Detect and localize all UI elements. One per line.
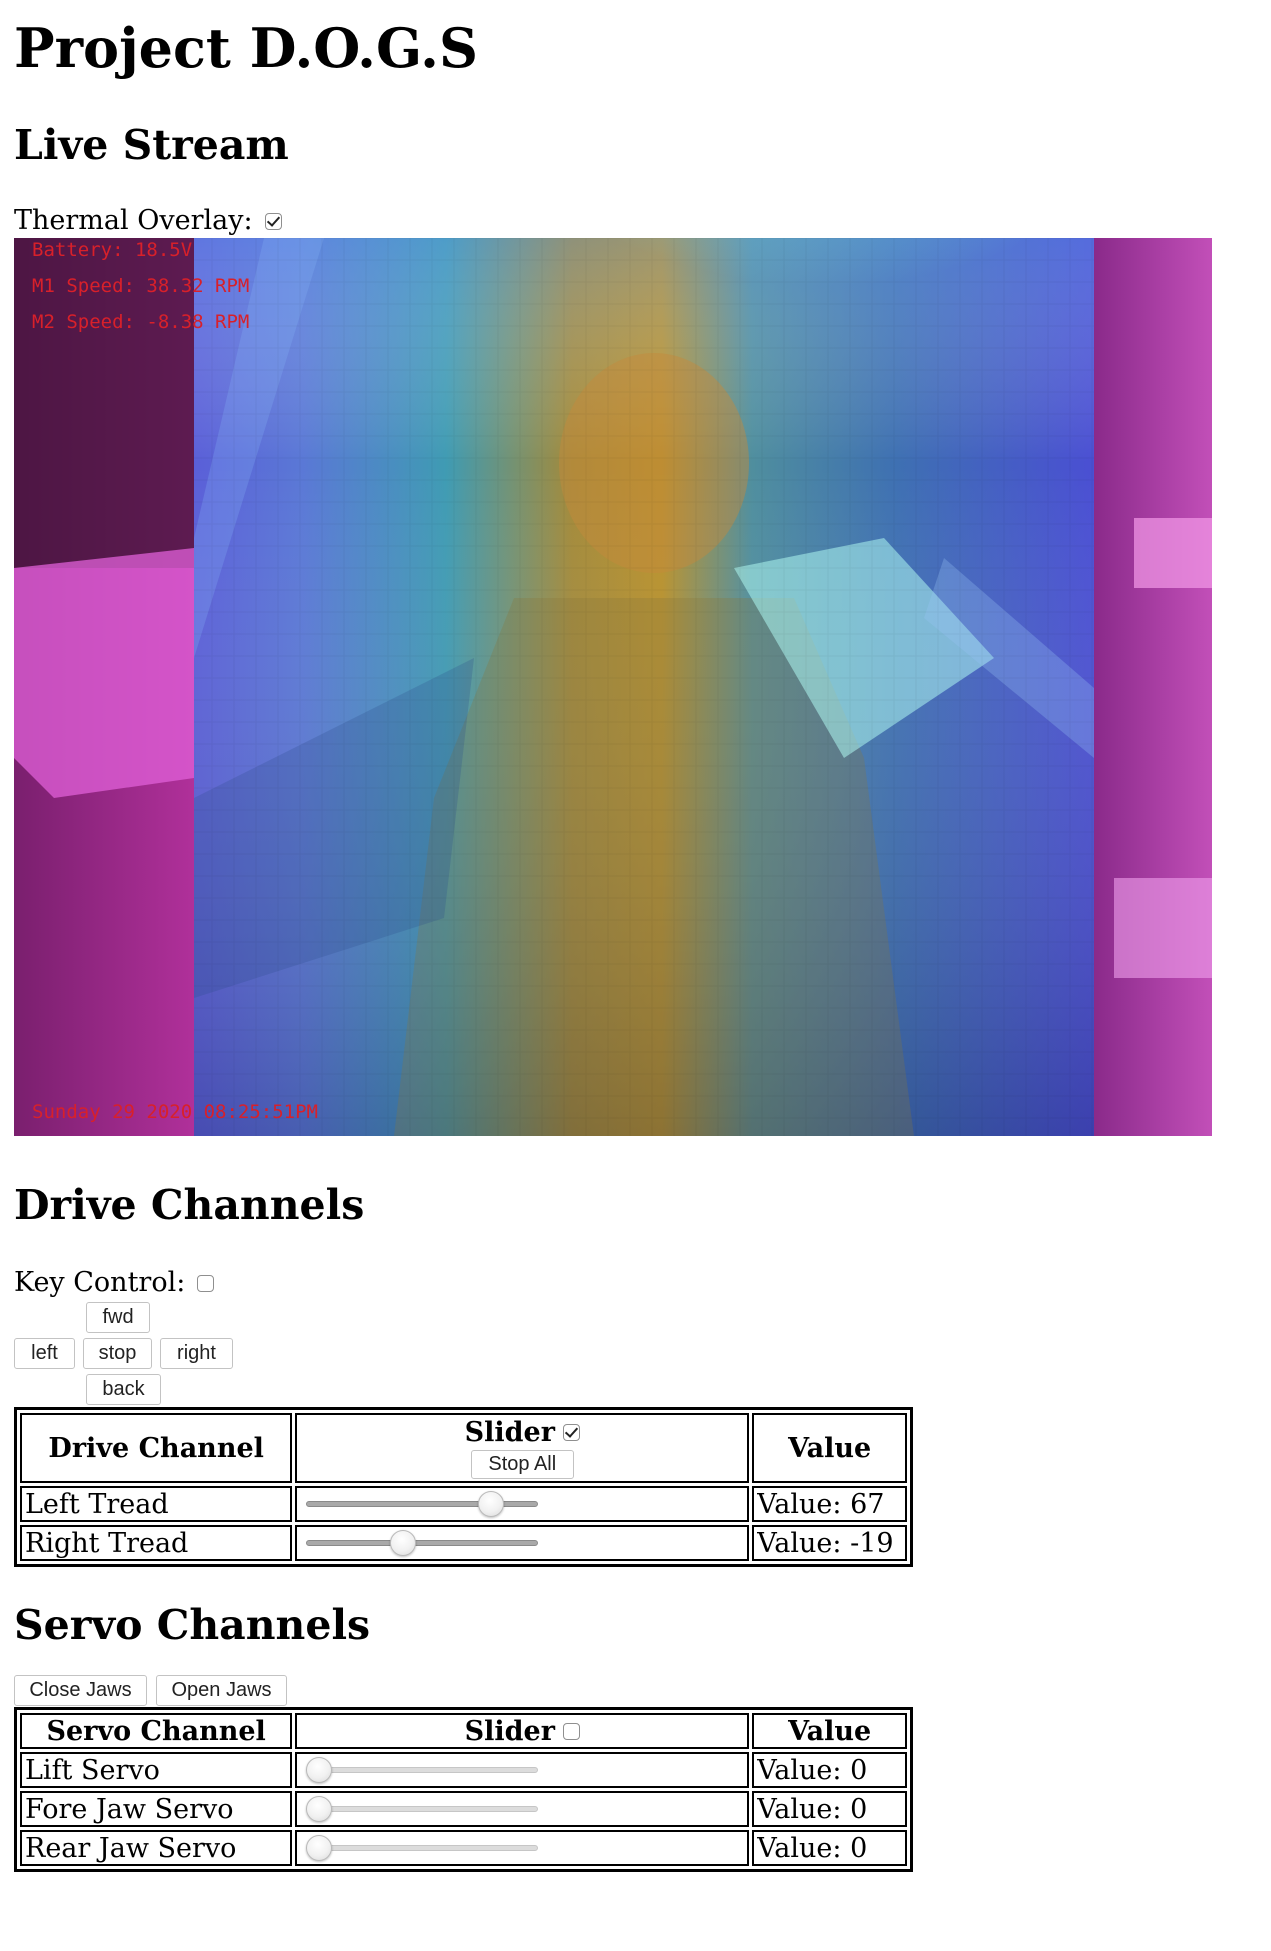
osd-battery: Battery: 18.5V bbox=[32, 239, 193, 261]
drive-slider-header-label: Slider bbox=[464, 1417, 555, 1448]
drive-row-slider-cell bbox=[295, 1486, 750, 1522]
servo-row-name: Rear Jaw Servo bbox=[20, 1830, 293, 1866]
drive-channels-heading: Drive Channels bbox=[14, 1181, 365, 1229]
servo-slider[interactable] bbox=[306, 1755, 539, 1785]
left-button[interactable]: left bbox=[14, 1338, 75, 1369]
servo-row-value: Value: 0 bbox=[752, 1752, 907, 1788]
drive-slider-header: Slider Stop All bbox=[295, 1413, 750, 1483]
servo-channel-header: Servo Channel bbox=[20, 1713, 293, 1749]
servo-value-header: Value bbox=[752, 1713, 907, 1749]
servo-rows: Lift Servo Value: 0 Fore Jaw Servo Value: 0… bbox=[20, 1752, 907, 1866]
servo-slider-header: Slider bbox=[295, 1713, 750, 1749]
key-control-label: Key Control: bbox=[14, 1267, 186, 1298]
servo-channel-table: Servo Channel Slider Value Lift Servo Val… bbox=[14, 1707, 913, 1872]
thermal-overlay-row: Thermal Overlay: bbox=[14, 204, 282, 238]
servo-row-value: Value: 0 bbox=[752, 1791, 907, 1827]
thermal-video-frame bbox=[14, 238, 1212, 1136]
servo-row-slider-cell bbox=[295, 1830, 750, 1866]
open-jaws-button[interactable]: Open Jaws bbox=[156, 1675, 287, 1706]
servo-row: Fore Jaw Servo Value: 0 bbox=[20, 1791, 907, 1827]
back-button[interactable]: back bbox=[86, 1374, 161, 1405]
drive-row-value: Value: 67 bbox=[752, 1486, 907, 1522]
key-control-row: Key Control: bbox=[14, 1266, 215, 1300]
servo-slider-thumb[interactable] bbox=[306, 1835, 333, 1861]
drive-row: Right Tread Value: -19 bbox=[20, 1525, 907, 1561]
drive-slider-track[interactable] bbox=[306, 1540, 539, 1546]
drive-row-slider-cell bbox=[295, 1525, 750, 1561]
osd-timestamp: Sunday 29 2020 08:25:51PM bbox=[32, 1101, 318, 1123]
live-stream-heading: Live Stream bbox=[14, 121, 289, 169]
stop-button[interactable]: stop bbox=[83, 1338, 152, 1369]
servo-row-name: Lift Servo bbox=[20, 1752, 293, 1788]
servo-row: Rear Jaw Servo Value: 0 bbox=[20, 1830, 907, 1866]
drive-slider-thumb[interactable] bbox=[389, 1530, 416, 1556]
live-stream-video: Battery: 18.5V M1 Speed: 38.32 RPM M2 Sp… bbox=[14, 238, 1212, 1136]
servo-slider[interactable] bbox=[306, 1794, 539, 1824]
thermal-overlay-label: Thermal Overlay: bbox=[14, 205, 253, 236]
drive-slider[interactable] bbox=[306, 1528, 539, 1558]
drive-row: Left Tread Value: 67 bbox=[20, 1486, 907, 1522]
servo-slider[interactable] bbox=[306, 1833, 539, 1863]
servo-slider-track[interactable] bbox=[306, 1845, 539, 1851]
osd-m2-speed: M2 Speed: -8.38 RPM bbox=[32, 311, 250, 333]
servo-row-name: Fore Jaw Servo bbox=[20, 1791, 293, 1827]
drive-rows: Left Tread Value: 67 Right Tread Value: -19 bbox=[20, 1486, 907, 1561]
servo-slider-thumb[interactable] bbox=[306, 1757, 333, 1783]
servo-row-value: Value: 0 bbox=[752, 1830, 907, 1866]
servo-slider-track[interactable] bbox=[306, 1767, 539, 1773]
servo-slider-track[interactable] bbox=[306, 1806, 539, 1812]
close-jaws-button[interactable]: Close Jaws bbox=[14, 1675, 147, 1706]
servo-row: Lift Servo Value: 0 bbox=[20, 1752, 907, 1788]
drive-slider-thumb[interactable] bbox=[478, 1491, 505, 1517]
thermal-overlay-checkbox[interactable] bbox=[264, 212, 282, 230]
drive-channel-table: Drive Channel Slider Stop All Value Left… bbox=[14, 1407, 913, 1567]
stop-all-button[interactable]: Stop All bbox=[470, 1450, 574, 1479]
drive-value-header: Value bbox=[752, 1413, 907, 1483]
page-title: Project D.O.G.S bbox=[14, 16, 478, 80]
drive-slider[interactable] bbox=[306, 1489, 539, 1519]
servo-channels-heading: Servo Channels bbox=[14, 1601, 371, 1649]
drive-row-name: Right Tread bbox=[20, 1525, 293, 1561]
key-control-checkbox[interactable] bbox=[197, 1274, 215, 1292]
servo-row-slider-cell bbox=[295, 1752, 750, 1788]
drive-row-name: Left Tread bbox=[20, 1486, 293, 1522]
drive-row-value: Value: -19 bbox=[752, 1525, 907, 1561]
fwd-button[interactable]: fwd bbox=[86, 1302, 150, 1333]
drive-slider-checkbox[interactable] bbox=[562, 1424, 580, 1441]
servo-slider-thumb[interactable] bbox=[306, 1796, 333, 1822]
osd-m1-speed: M1 Speed: 38.32 RPM bbox=[32, 275, 250, 297]
servo-slider-checkbox[interactable] bbox=[562, 1722, 580, 1740]
servo-row-slider-cell bbox=[295, 1791, 750, 1827]
servo-slider-header-label: Slider bbox=[464, 1715, 555, 1747]
right-button[interactable]: right bbox=[160, 1338, 233, 1369]
drive-channel-header: Drive Channel bbox=[20, 1413, 293, 1483]
